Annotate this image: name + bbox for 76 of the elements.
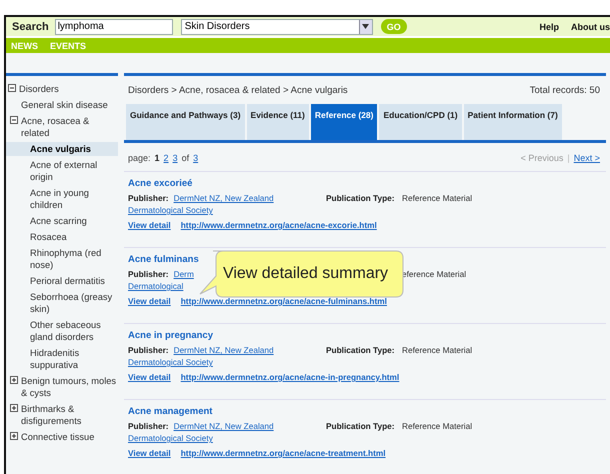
separator: | — [567, 153, 570, 163]
tree-item[interactable]: General skin disease — [21, 99, 108, 111]
tree-item[interactable]: Rosacea — [30, 231, 67, 243]
record-title[interactable]: Acne fulminans — [128, 254, 199, 265]
tab[interactable]: Guidance and Pathways (3) — [126, 104, 245, 140]
publisher-link[interactable]: DermNet NZ, New Zealand — [174, 345, 274, 355]
publication-type-value: Reference Material — [402, 193, 474, 203]
tree-item[interactable]: Perioral dermatitis — [30, 275, 105, 287]
publisher-link[interactable]: DermNet NZ, New Zealand — [174, 421, 274, 431]
publisher-link[interactable]: DermNet NZ, New Zealand — [174, 193, 274, 203]
publication-type-value: eference Material — [402, 269, 468, 279]
publisher-label: Publisher: — [128, 193, 169, 203]
url-link[interactable]: http://www.dermnetnz.org/acne/acne-fulminans.html — [180, 296, 387, 306]
publisher-link[interactable]: Derm — [174, 269, 194, 279]
publisher-link[interactable]: Dermatological Society — [128, 433, 213, 443]
publication-type-label: Publication Type: — [326, 345, 396, 355]
publisher-label: Publisher: — [128, 269, 169, 279]
record-title[interactable]: Acne management — [128, 406, 212, 417]
page-link[interactable]: 3 — [172, 153, 178, 163]
breadcrumb: Disorders > Acne, rosacea & related > Acne vulgaris — [128, 85, 348, 96]
tree-item[interactable]: Acne of external origin — [30, 159, 118, 183]
publisher-label: Publisher: — [128, 421, 169, 431]
tree-item[interactable]: Birthmarks & disfigurements — [21, 403, 118, 427]
tree-item[interactable]: Connective tissue — [21, 431, 94, 443]
tree-item[interactable]: Rhinophyma (red nose) — [30, 247, 118, 271]
tab[interactable]: Education/CPD (1) — [379, 104, 462, 140]
record-title[interactable]: Acne in pregnancy — [128, 330, 213, 341]
page-link[interactable]: 2 — [164, 153, 169, 163]
url-link[interactable]: http://www.dermnetnz.org/acne/acne-in-pregnancy.html — [180, 372, 400, 382]
expand-icon[interactable] — [10, 404, 18, 412]
tooltip: View detailed summary — [199, 250, 404, 298]
tab[interactable]: Reference (28) — [310, 104, 378, 140]
page-of-label: of — [182, 153, 190, 163]
tree-item[interactable]: Benign tumours, moles & cysts — [21, 375, 118, 399]
search-field[interactable]: lymphoma — [54, 18, 173, 35]
view-detail-link[interactable]: View detail — [128, 296, 171, 306]
tree-item[interactable]: Disorders — [19, 83, 59, 95]
tree-item[interactable]: Acne scarring — [30, 215, 87, 227]
url-link[interactable]: http://www.dermnetnz.org/acne/acne-excorie.html — [180, 220, 377, 230]
selected-tree-item[interactable]: Acne vulgaris — [6, 142, 118, 156]
view-detail-link[interactable]: View detail — [128, 448, 171, 458]
header-link[interactable]: Help — [539, 22, 559, 32]
page-link[interactable]: 1 — [154, 153, 160, 163]
view-detail-link[interactable]: View detail — [128, 220, 171, 230]
collapse-icon[interactable] — [10, 116, 18, 124]
publication-type-label: Publication Type: — [326, 421, 396, 431]
url-link[interactable]: http://www.dermnetnz.org/acne/acne-treatment.html — [180, 448, 386, 458]
publisher-link[interactable]: Dermatological Society — [128, 357, 213, 367]
page-link[interactable]: 3 — [193, 153, 198, 163]
tree-item[interactable]: Acne vulgaris — [30, 143, 91, 155]
collapse-icon[interactable] — [8, 84, 16, 92]
category-dropdown[interactable]: Skin Disorders — [180, 18, 373, 35]
tree-item[interactable]: Hidradenitis suppurativa — [30, 347, 118, 371]
expand-icon[interactable] — [10, 376, 18, 384]
expand-icon[interactable] — [10, 432, 18, 440]
view-detail-link[interactable]: View detail — [128, 372, 171, 382]
tree-item[interactable]: Seborrhoea (greasy skin) — [30, 291, 118, 315]
tab[interactable]: Evidence (11) — [246, 104, 309, 140]
publisher-link[interactable]: Dermatological — [128, 281, 184, 291]
page-label: page: — [128, 153, 151, 163]
publisher-label: Publisher: — [128, 345, 169, 355]
record-title[interactable]: Acne excorieé — [128, 178, 192, 189]
publication-type-label: Publication Type: — [326, 193, 396, 203]
header-link[interactable]: About us — [571, 22, 610, 32]
tree-item[interactable]: Other sebaceous gland disorders — [30, 319, 118, 343]
caret-icon — [362, 24, 370, 30]
previous-label: < Previous — [520, 153, 564, 163]
tree-item[interactable]: Acne, rosacea & related — [21, 115, 118, 139]
total-records: Total records: 50 — [530, 85, 600, 96]
publication-type-value: Reference Material — [402, 421, 474, 431]
next-link[interactable]: Next > — [574, 153, 600, 163]
publication-type-value: Reference Material — [402, 345, 474, 355]
publisher-link[interactable]: Dermatological Society — [128, 205, 213, 215]
search-label: Search — [12, 20, 49, 33]
tree-item[interactable]: Acne in young children — [30, 187, 118, 211]
tab[interactable]: Patient Information (7) — [464, 104, 562, 140]
